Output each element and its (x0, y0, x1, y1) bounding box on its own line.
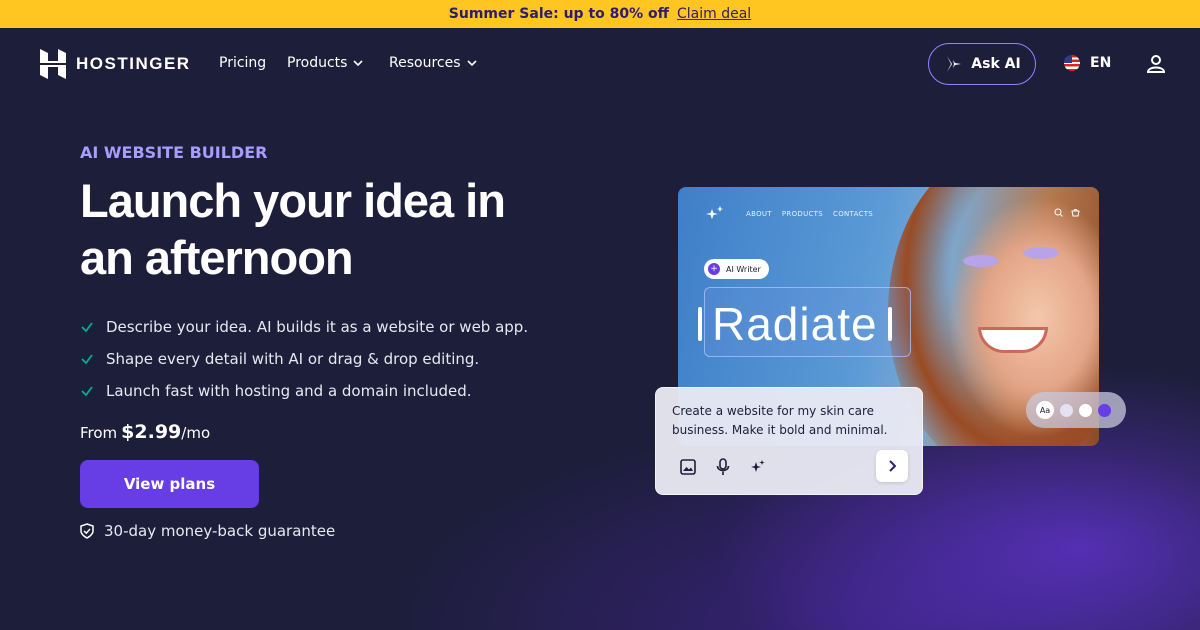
nav-products-label: Products (287, 55, 348, 71)
brand-logo[interactable]: HOSTINGER (40, 49, 191, 79)
plus-icon: + (708, 263, 720, 275)
view-plans-button[interactable]: View plans (80, 460, 259, 508)
ai-sparkle-icon (947, 56, 962, 72)
language-label: EN (1090, 55, 1112, 71)
chevron-down-icon (353, 60, 364, 66)
preview-eyeshadow (1023, 247, 1059, 259)
brand-name: HOSTINGER (76, 54, 191, 73)
feature-item: Describe your idea. AI builds it as a we… (80, 311, 528, 343)
preview-nav: ABOUT PRODUCTS CONTACTS (746, 210, 873, 218)
color-swatch[interactable] (1060, 403, 1073, 417)
text-cursor-left (698, 307, 702, 341)
palette-icon[interactable]: Aa (1036, 401, 1054, 419)
prompt-toolbar (680, 458, 766, 476)
feature-item: Shape every detail with AI or drag & dro… (80, 343, 528, 375)
color-swatch[interactable] (1079, 403, 1092, 417)
eyebrow-label: AI WEBSITE BUILDER (80, 143, 268, 162)
claim-deal-link[interactable]: Claim deal (677, 6, 751, 22)
text-cursor-right (887, 307, 892, 341)
preview-eyeshadow (963, 255, 999, 267)
nav-pricing-label: Pricing (219, 55, 267, 71)
send-prompt-button[interactable] (876, 450, 908, 482)
sparkle-icon[interactable] (750, 459, 766, 475)
chevron-right-icon (889, 460, 896, 472)
prompt-text: Create a website for my skin care busine… (672, 404, 888, 437)
us-flag-icon (1064, 55, 1080, 71)
price-line: From $2.99/mo (80, 421, 210, 443)
nav-resources-label: Resources (389, 55, 461, 71)
guarantee-note: 30-day money-back guarantee (80, 522, 335, 540)
preview-nav-item: ABOUT (746, 210, 772, 218)
ask-ai-label: Ask AI (971, 56, 1021, 72)
cart-icon (1071, 209, 1080, 217)
price-suffix: /mo (181, 424, 211, 442)
language-selector[interactable]: EN (1064, 55, 1111, 71)
nav-resources[interactable]: Resources (389, 55, 477, 71)
feature-item: Launch fast with hosting and a domain in… (80, 375, 528, 407)
nav-pricing[interactable]: Pricing (219, 55, 266, 71)
color-swatch[interactable] (1098, 403, 1111, 417)
search-icon (1054, 208, 1063, 217)
ask-ai-button[interactable]: Ask AI (928, 43, 1036, 85)
color-palette-pill: Aa (1026, 392, 1126, 428)
check-icon (81, 354, 93, 365)
ai-writer-label: AI Writer (726, 264, 761, 274)
user-account-icon[interactable] (1146, 54, 1166, 74)
nav-products[interactable]: Products (287, 55, 364, 71)
microphone-icon[interactable] (716, 458, 730, 476)
guarantee-text: 30-day money-back guarantee (104, 522, 336, 540)
feature-text: Launch fast with hosting and a domain in… (106, 382, 472, 400)
price-prefix: From (80, 424, 118, 442)
hero-section: HOSTINGER Pricing Products Resources Ask… (0, 28, 1200, 630)
top-nav: HOSTINGER Pricing Products Resources Ask… (0, 28, 1200, 100)
price-amount: $2.99 (121, 421, 182, 443)
sparkle-logo-icon (706, 206, 724, 219)
shield-check-icon (80, 523, 94, 539)
hostinger-logo-icon (40, 49, 66, 79)
preview-nav-item: PRODUCTS (781, 210, 824, 218)
preview-header-icons (1054, 208, 1080, 217)
feature-list: Describe your idea. AI builds it as a we… (80, 311, 528, 407)
promo-text: Summer Sale: up to 80% off (448, 6, 669, 22)
preview-headline-text: Radiate (712, 298, 878, 350)
image-icon[interactable] (680, 459, 696, 475)
preview-nav-item: CONTACTS (833, 210, 874, 218)
feature-text: Describe your idea. AI builds it as a we… (106, 318, 529, 336)
check-icon (81, 386, 93, 397)
check-icon (81, 322, 93, 333)
hero-headline: Launch your idea in an afternoon (80, 174, 506, 284)
preview-headline: Radiate (698, 297, 892, 351)
ai-prompt-card: Create a website for my skin care busine… (655, 387, 923, 495)
ai-writer-badge: + AI Writer (704, 259, 769, 279)
chevron-down-icon (466, 60, 477, 66)
feature-text: Shape every detail with AI or drag & dro… (106, 350, 480, 368)
promo-bar: Summer Sale: up to 80% off Claim deal (0, 0, 1200, 28)
